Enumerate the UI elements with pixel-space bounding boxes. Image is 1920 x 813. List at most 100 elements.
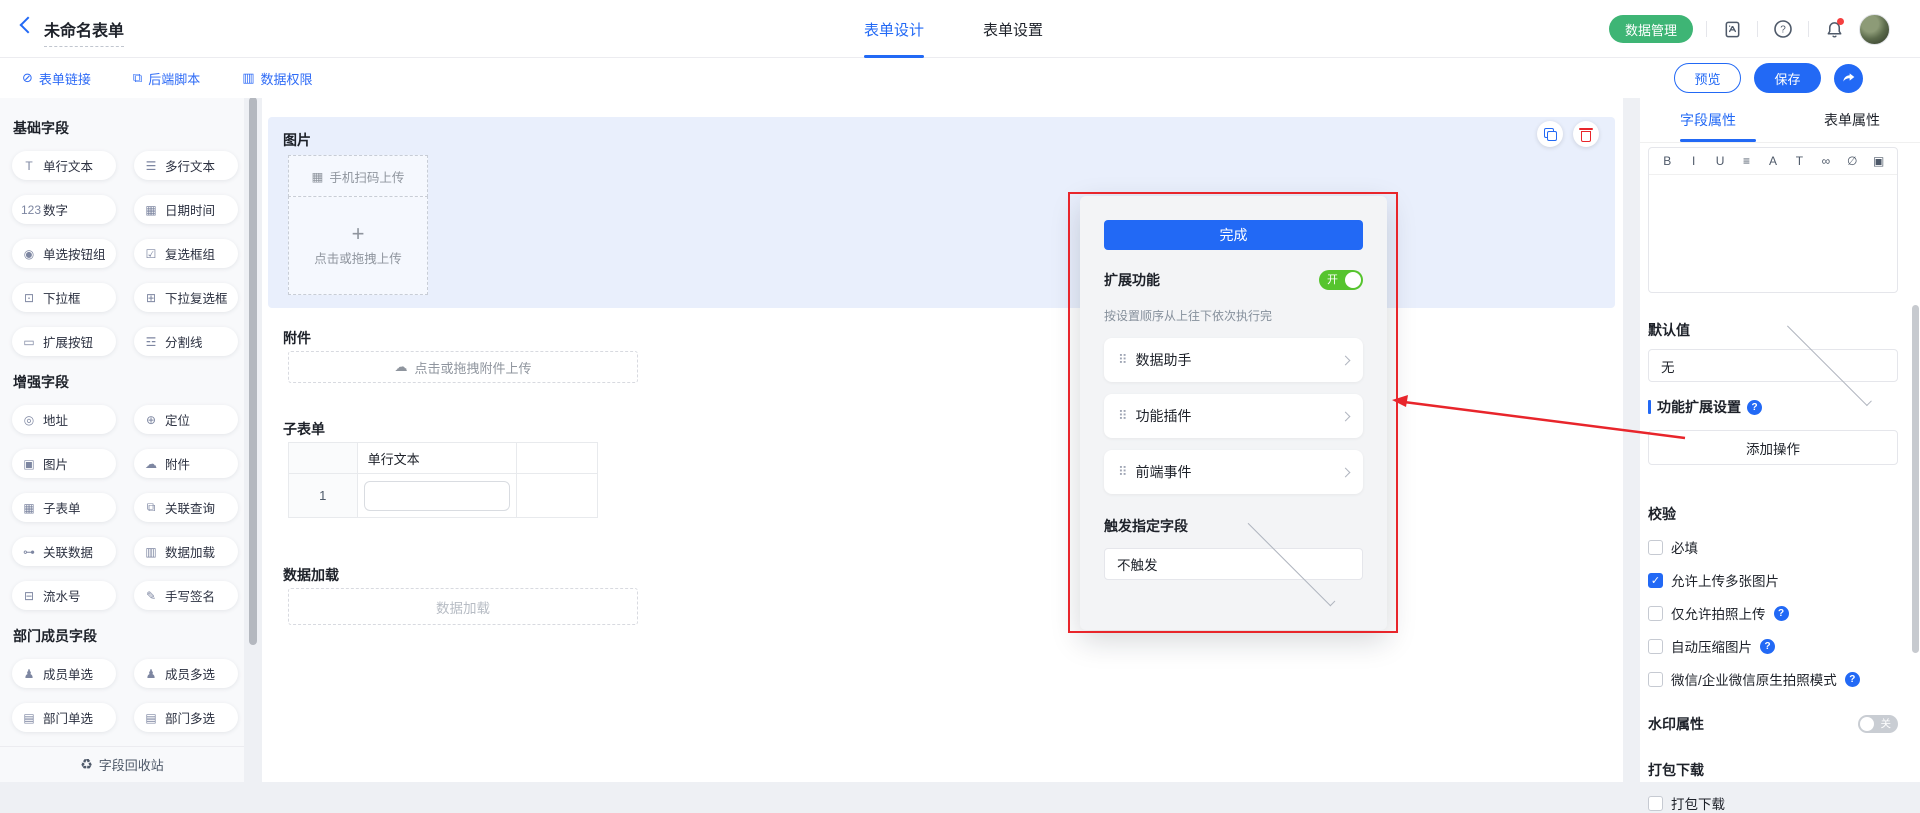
tab-form-properties[interactable]: 表单属性 (1824, 110, 1880, 130)
trigger-field-select[interactable]: 不触发 (1104, 548, 1363, 580)
dropdown-multi[interactable]: ⊞ 下拉复选框 (134, 283, 238, 312)
extension-switch-label: 扩展功能 (1104, 270, 1160, 290)
underline-icon[interactable]: U (1708, 150, 1732, 172)
member-multi[interactable]: ♟ 成员多选 (134, 659, 238, 688)
help-icon[interactable]: ? (1774, 606, 1789, 621)
add-action-button[interactable]: 添加操作 (1648, 430, 1898, 465)
italic-icon[interactable]: I (1681, 150, 1705, 172)
related-data[interactable]: ⊶ 关联数据 (12, 537, 116, 566)
member-single[interactable]: ♟ 成员单选 (12, 659, 116, 688)
validation-checkbox-row[interactable]: 必填 ? (1648, 537, 1898, 557)
subform[interactable]: ▦ 子表单 (12, 493, 116, 522)
scan-upload-box[interactable]: ▦ 手机扫码上传 (288, 155, 428, 197)
drag-handle-icon[interactable]: ⠿ (1118, 464, 1126, 480)
field-recycle-bin[interactable]: ♻ 字段回收站 (0, 746, 244, 782)
field-icon: ♟ (143, 667, 159, 681)
attachment-upload-box[interactable]: ☁ 点击或拖拽附件上传 (288, 351, 638, 383)
field-title-editor-area[interactable] (1649, 175, 1897, 292)
bell-icon[interactable] (1822, 17, 1846, 41)
field-icon: ▤ (21, 711, 37, 725)
checkbox[interactable] (1648, 796, 1663, 811)
extend-button[interactable]: ▭ 扩展按钮 (12, 327, 116, 356)
form-link[interactable]: ⊘ 表单链接 (22, 69, 91, 88)
back-icon[interactable] (20, 17, 37, 34)
bold-icon[interactable]: B (1655, 150, 1679, 172)
data-assistant[interactable]: ⠿ 数据助手 (1104, 338, 1363, 382)
dropdown[interactable]: ⊡ 下拉框 (12, 283, 116, 312)
watermark-toggle-off[interactable]: 关 (1858, 715, 1898, 733)
drag-handle-icon[interactable]: ⠿ (1118, 352, 1126, 368)
tab-form-design[interactable]: 表单设计 (864, 0, 924, 58)
click-upload-box[interactable]: + 点击或拖拽上传 (288, 196, 428, 295)
single-line-text[interactable]: T 单行文本 (12, 151, 116, 180)
default-value-select[interactable]: 无 (1648, 349, 1898, 382)
data-permission[interactable]: ▥ 数据权限 (242, 69, 312, 88)
serial-number[interactable]: ⊟ 流水号 (12, 581, 116, 610)
divider[interactable]: ☲ 分割线 (134, 327, 238, 356)
delete-field-button[interactable] (1573, 121, 1599, 147)
checkbox-group[interactable]: ☑ 复选框组 (134, 239, 238, 268)
preview-button[interactable]: 预览 (1674, 63, 1741, 93)
tab-field-properties[interactable]: 字段属性 (1680, 110, 1736, 130)
help-icon[interactable]: ? (1747, 400, 1762, 415)
field-label: 数据加载 (283, 565, 339, 585)
align-icon[interactable]: ≡ (1734, 150, 1758, 172)
checkbox[interactable] (1648, 573, 1663, 588)
validation-checkbox-row[interactable]: 微信/企业微信原生拍照模式 ? (1648, 669, 1898, 689)
checkbox-label: 微信/企业微信原生拍照模式 (1671, 669, 1837, 689)
save-button[interactable]: 保存 (1754, 63, 1821, 93)
properties-scrollbar[interactable] (1912, 305, 1919, 653)
checkbox[interactable] (1648, 672, 1663, 687)
scan-upload-label: 手机扫码上传 (329, 167, 404, 186)
data-manage-button[interactable]: 数据管理 (1609, 15, 1693, 43)
validation-checkbox-row[interactable]: 允许上传多张图片 ? (1648, 570, 1898, 590)
function-plugin[interactable]: ⠿ 功能插件 (1104, 394, 1363, 438)
dept-multi[interactable]: ▤ 部门多选 (134, 703, 238, 732)
dataload-placeholder-box[interactable]: 数据加载 (288, 588, 638, 625)
checkbox[interactable] (1648, 606, 1663, 621)
image[interactable]: ▣ 图片 (12, 449, 116, 478)
attachment[interactable]: ☁ 附件 (134, 449, 238, 478)
radio-group[interactable]: ◉ 单选按钮组 (12, 239, 116, 268)
extension-toggle-on[interactable]: 开 (1319, 270, 1363, 290)
field-icon: ☰ (143, 159, 159, 173)
tab-form-settings[interactable]: 表单设置 (983, 0, 1043, 58)
user-avatar[interactable] (1859, 14, 1890, 45)
canvas-scrollbar[interactable] (249, 97, 257, 645)
address[interactable]: ◎ 地址 (12, 405, 116, 434)
related-query[interactable]: ⧉ 关联查询 (134, 493, 238, 522)
frontend-event[interactable]: ⠿ 前端事件 (1104, 450, 1363, 494)
datetime[interactable]: ▦ 日期时间 (134, 195, 238, 224)
subform-text-input[interactable] (364, 481, 510, 511)
dept-single[interactable]: ▤ 部门单选 (12, 703, 116, 732)
help-icon[interactable]: ? (1760, 639, 1775, 654)
insert-image-icon[interactable]: ▣ (1867, 150, 1891, 172)
checkbox[interactable] (1648, 639, 1663, 654)
number[interactable]: 123 数字 (12, 195, 116, 224)
font-size-icon[interactable]: T (1787, 150, 1811, 172)
validation-checkbox-row[interactable]: 自动压缩图片 ? (1648, 636, 1898, 656)
help-icon[interactable]: ? (1845, 672, 1860, 687)
signature[interactable]: ✎ 手写签名 (134, 581, 238, 610)
form-title[interactable]: 未命名表单 (44, 17, 124, 47)
package-download-row[interactable]: 打包下载 (1648, 793, 1898, 813)
help-icon[interactable]: ? (1771, 17, 1795, 41)
share-button[interactable] (1834, 64, 1863, 93)
link-icon: ⧉ (133, 70, 142, 86)
canvas-field-image-selected[interactable]: 图片 ▦ 手机扫码上传 + 点击或拖拽上传 (268, 117, 1615, 308)
subform-data-row: 1 (289, 474, 598, 518)
unlink-icon[interactable]: ∅ (1840, 150, 1864, 172)
done-button[interactable]: 完成 (1104, 220, 1363, 250)
font-color-icon[interactable]: A (1761, 150, 1785, 172)
multi-line-text[interactable]: ☰ 多行文本 (134, 151, 238, 180)
link-icon[interactable]: ∞ (1814, 150, 1838, 172)
backend-script[interactable]: ⧉ 后端脚本 (133, 69, 200, 88)
location[interactable]: ⊕ 定位 (134, 405, 238, 434)
checkbox[interactable] (1648, 540, 1663, 555)
address-book-icon[interactable] (1720, 17, 1744, 41)
validation-checkbox-row[interactable]: 仅允许拍照上传 ? (1648, 603, 1898, 623)
drag-handle-icon[interactable]: ⠿ (1118, 408, 1126, 424)
data-load[interactable]: ▥ 数据加载 (134, 537, 238, 566)
duplicate-field-button[interactable] (1537, 121, 1563, 147)
field-icon: ◎ (21, 413, 37, 427)
